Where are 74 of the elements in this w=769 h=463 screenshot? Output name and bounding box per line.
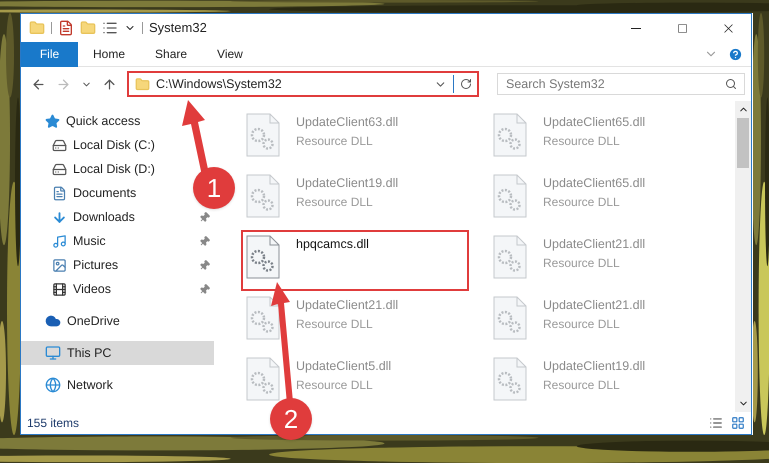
dll-file-icon [493, 357, 527, 401]
address-path: C:\Windows\System32 [156, 76, 282, 93]
nav-item[interactable]: Videos [52, 280, 111, 298]
dll-file-icon [246, 113, 280, 157]
ribbon-tab[interactable]: Home [78, 42, 140, 66]
dll-file-icon [246, 296, 280, 340]
scrollbar[interactable] [735, 101, 751, 412]
back-icon[interactable] [31, 76, 46, 92]
file-type: Resource DLL [543, 194, 621, 211]
star-icon [45, 114, 60, 128]
search-icon[interactable] [725, 78, 737, 90]
drive-icon [52, 162, 67, 176]
file-name: UpdateClient65.dll [543, 175, 646, 192]
file-type: Resource DLL [543, 254, 621, 272]
up-icon[interactable] [102, 76, 117, 92]
monitor-icon [45, 345, 61, 361]
file-name: UpdateClient21.dll [296, 297, 398, 314]
dll-file-icon [246, 174, 280, 218]
nav-item[interactable]: Downloads [52, 208, 135, 226]
file-name: UpdateClient21.dll [543, 236, 646, 253]
details-view-icon[interactable] [709, 416, 723, 430]
cloud-icon [45, 313, 61, 329]
help-icon[interactable] [728, 46, 743, 62]
file-type: Resource DLL [543, 376, 621, 394]
file-item[interactable]: hpqcamcs.dll [241, 230, 469, 291]
dll-file-icon [493, 235, 527, 279]
network-icon [45, 377, 61, 393]
dll-file-icon [493, 113, 527, 157]
file-name: hpqcamcs.dll [296, 236, 369, 253]
file-name: UpdateClient21.dll [543, 297, 646, 314]
file-type: Resource DLL [296, 316, 374, 333]
scroll-thumb[interactable] [737, 118, 749, 168]
file-type: Resource DLL [296, 194, 374, 211]
picture-icon [52, 258, 67, 272]
nav-item[interactable]: Documents [52, 184, 136, 202]
file-type: Resource DLL [543, 316, 621, 333]
dll-file-icon [493, 174, 527, 218]
film-icon [52, 282, 67, 296]
window-title: System32 [149, 19, 207, 38]
nav-item[interactable]: Network [21, 373, 214, 397]
view-icon[interactable] [102, 20, 118, 36]
address-bar[interactable]: C:\Windows\System32 [127, 71, 479, 97]
file-type: Resource DLL [296, 376, 374, 394]
ribbon-tab[interactable]: Share [140, 42, 202, 66]
large-icons-view-icon[interactable] [731, 416, 745, 430]
nav-item[interactable]: This PC [21, 341, 214, 365]
file-name: UpdateClient19.dll [296, 175, 398, 192]
download-icon [52, 210, 67, 224]
file-name: UpdateClient65.dll [543, 114, 646, 131]
music-note-icon [52, 234, 67, 248]
folder-icon [135, 76, 150, 92]
file-name: UpdateClient63.dll [296, 114, 398, 131]
nav-item[interactable]: Quick access [21, 109, 214, 133]
file-type: Resource DLL [543, 132, 621, 150]
document-icon [52, 186, 67, 200]
file-name: UpdateClient19.dll [543, 358, 646, 375]
nav-item[interactable]: Local Disk (C:) [52, 136, 155, 154]
ribbon-tab[interactable]: View [202, 42, 258, 66]
nav-item[interactable]: Music [52, 232, 106, 250]
dll-file-icon [493, 296, 527, 340]
ribbon-tab[interactable]: File [21, 42, 78, 66]
file-type: Resource DLL [296, 132, 374, 150]
nav-item[interactable]: OneDrive [21, 309, 214, 333]
nav-item[interactable]: Local Disk (D:) [52, 160, 155, 178]
search-field[interactable]: Search System32 [497, 73, 745, 95]
nav-item[interactable]: Pictures [52, 256, 118, 274]
drive-icon [52, 138, 67, 152]
properties-icon[interactable] [58, 20, 74, 36]
file-name: UpdateClient5.dll [296, 358, 392, 375]
dll-file-icon [246, 235, 280, 279]
refresh-icon[interactable] [460, 78, 472, 90]
item-count: 155 items [27, 415, 80, 432]
dll-file-icon [246, 357, 280, 401]
maximize-icon [676, 22, 688, 34]
